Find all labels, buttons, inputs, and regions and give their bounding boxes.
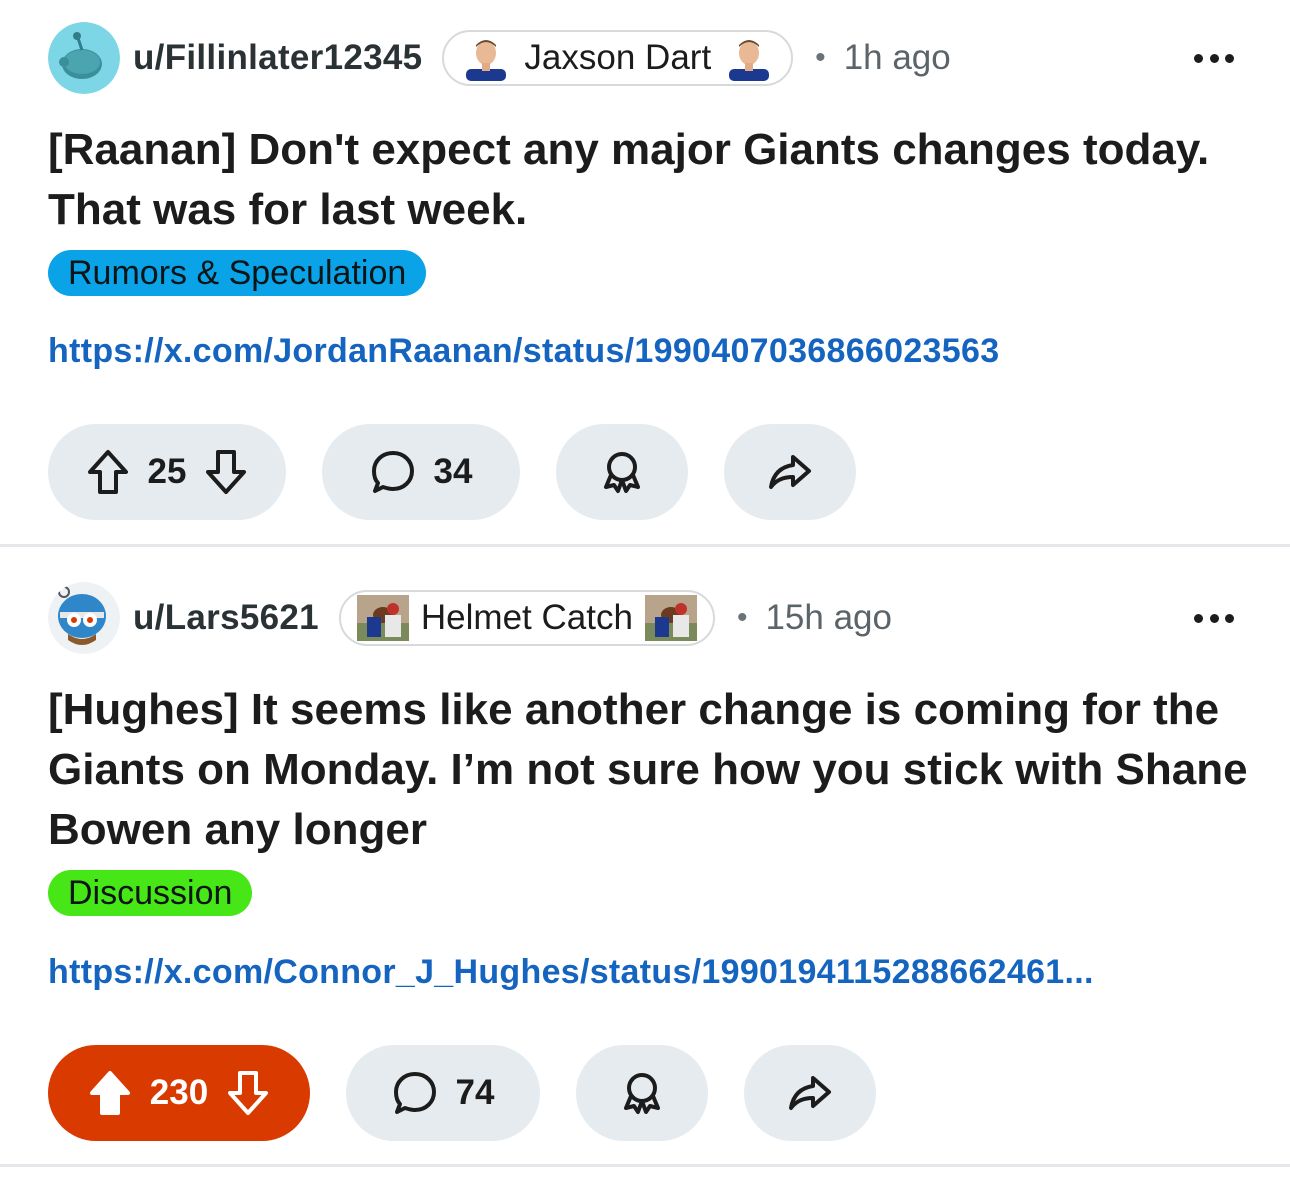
post-card[interactable]: u/Lars5621 Helmet Catch • 15h ago [Hughe… (0, 548, 1290, 1166)
post-header: u/Lars5621 Helmet Catch • 15h ago (48, 582, 892, 654)
share-button[interactable] (744, 1045, 876, 1141)
comments-button[interactable]: 74 (346, 1045, 540, 1141)
post-title[interactable]: [Hughes] It seems like another change is… (48, 680, 1248, 860)
speech-bubble-icon (371, 451, 414, 493)
vote-bar: 230 (48, 1045, 310, 1141)
player-portrait-icon (460, 35, 513, 81)
flair-label: Jaxson Dart (524, 38, 712, 77)
award-icon (624, 1073, 660, 1114)
comment-count: 74 (455, 1073, 495, 1112)
helmet-catch-photo-icon (356, 595, 409, 641)
share-arrow-icon (769, 455, 811, 489)
player-portrait-icon (723, 35, 776, 81)
post-header: u/Fillinlater12345 Jaxson Dart • 1h ago (48, 22, 951, 94)
comments-button[interactable]: 34 (322, 424, 520, 520)
award-button[interactable] (556, 424, 688, 520)
user-avatar[interactable] (48, 22, 120, 94)
share-arrow-icon (789, 1076, 831, 1110)
post-title[interactable]: [Raanan] Don't expect any major Giants c… (48, 120, 1248, 240)
post-flair-tag[interactable]: Rumors & Speculation (48, 250, 427, 296)
post-time: 1h ago (843, 38, 951, 77)
vote-count: 230 (149, 1073, 209, 1112)
arrow-up-icon[interactable] (88, 1069, 132, 1117)
post-link[interactable]: https://x.com/Connor_J_Hughes/status/199… (48, 953, 1094, 992)
user-flair: Helmet Catch (338, 590, 715, 646)
vote-bar: 25 (48, 424, 286, 520)
post-card[interactable]: u/Fillinlater12345 Jaxson Dart • 1h ago … (0, 0, 1290, 546)
post-flair-tag[interactable]: Discussion (48, 870, 253, 916)
user-flair: Jaxson Dart (442, 30, 794, 86)
vote-count: 25 (147, 452, 187, 491)
post-link[interactable]: https://x.com/JordanRaanan/status/199040… (48, 332, 999, 371)
comment-count: 34 (433, 452, 473, 491)
separator-dot: • (736, 601, 748, 634)
separator-dot: • (815, 41, 826, 74)
arrow-up-icon[interactable] (86, 448, 130, 496)
post-divider (0, 544, 1290, 547)
award-icon (604, 452, 640, 493)
arrow-down-icon[interactable] (204, 448, 248, 496)
post-divider (0, 1164, 1290, 1167)
username[interactable]: u/Lars5621 (133, 598, 319, 638)
helmet-catch-photo-icon (644, 595, 697, 641)
more-dots-icon[interactable] (1194, 52, 1234, 64)
user-avatar[interactable] (48, 582, 120, 654)
post-time: 15h ago (765, 598, 892, 637)
speech-bubble-icon (393, 1072, 436, 1114)
flair-label: Helmet Catch (420, 598, 633, 637)
share-button[interactable] (724, 424, 856, 520)
arrow-down-icon[interactable] (226, 1069, 270, 1117)
more-dots-icon[interactable] (1194, 612, 1234, 624)
award-button[interactable] (576, 1045, 708, 1141)
username[interactable]: u/Fillinlater12345 (133, 38, 422, 78)
